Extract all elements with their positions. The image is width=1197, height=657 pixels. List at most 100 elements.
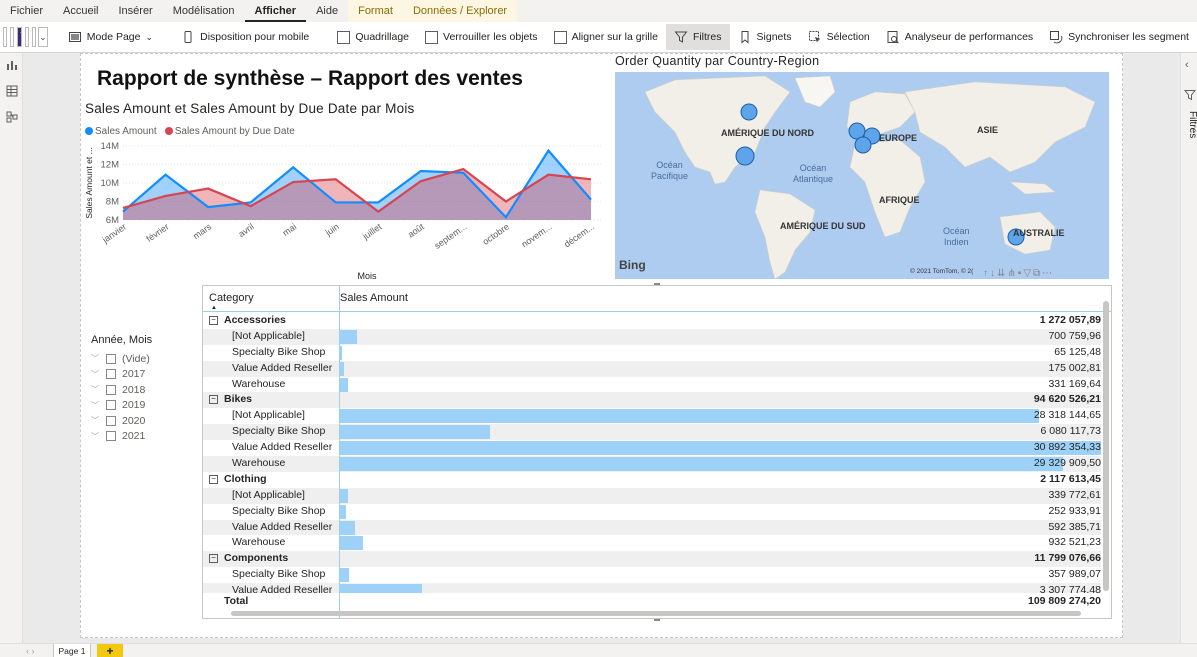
matrix-row[interactable]: Warehouse 932 521,23 [203, 535, 1101, 551]
slicer-item[interactable]: ﹀ 2017 [91, 367, 191, 383]
theme-gallery-more-button[interactable]: ⌄ [38, 27, 48, 47]
resize-handle-bottom[interactable] [654, 619, 660, 621]
vertical-scrollbar[interactable] [1102, 296, 1110, 602]
chevron-down-icon[interactable]: ﹀ [91, 384, 103, 395]
collapse-icon[interactable]: − [209, 554, 218, 564]
mobile-layout-button[interactable]: Disposition pour mobile [173, 24, 317, 50]
tab-accueil[interactable]: Accueil [53, 0, 108, 22]
matrix-row[interactable]: Value Added Reseller 30 892 354,33 [203, 440, 1101, 456]
snap-grid-checkbox[interactable]: Aligner sur la grille [546, 24, 666, 50]
legend-item-sales-amount-due[interactable]: Sales Amount by Due Date [164, 126, 295, 137]
gridlines-checkbox[interactable]: Quadrillage [329, 24, 417, 50]
scrollbar-thumb[interactable] [1103, 301, 1109, 591]
column-header-category[interactable]: Category [209, 292, 254, 304]
checkbox-icon[interactable] [106, 415, 116, 426]
matrix-group-row[interactable]: − Clothing 2 117 613,45 [203, 472, 1101, 488]
collapse-icon[interactable]: − [209, 316, 218, 325]
scrollbar-thumb[interactable] [231, 611, 1081, 616]
slicer-item[interactable]: ﹀ 2018 [91, 382, 191, 398]
slicer-item[interactable]: ﹀ 2019 [91, 398, 191, 414]
lock-objects-checkbox[interactable]: Verrouiller les objets [417, 24, 546, 50]
sync-slicers-button[interactable]: Synchroniser les segment [1041, 24, 1197, 50]
chevron-down-icon[interactable]: ﹀ [91, 369, 103, 380]
matrix-group-row[interactable]: − Bikes 94 620 526,21 [203, 392, 1101, 409]
collapse-icon[interactable]: − [209, 474, 218, 484]
chevron-down-icon[interactable]: ﹀ [91, 400, 103, 411]
checkbox-icon[interactable] [106, 353, 116, 364]
matrix-row[interactable]: Specialty Bike Shop 65 125,48 [203, 345, 1101, 361]
selection-pane-button[interactable]: Sélection [800, 24, 878, 50]
chevron-down-icon[interactable]: ﹀ [91, 431, 103, 442]
checkbox-icon[interactable] [106, 431, 116, 442]
matrix-row[interactable]: Specialty Bike Shop 357 989,07 [203, 567, 1101, 583]
filter-visual-icon[interactable]: ▽ [1023, 268, 1031, 279]
slicer-item[interactable]: ﹀ 2021 [91, 429, 191, 445]
matrix-row[interactable]: Warehouse 29 329 909,50 [203, 456, 1101, 472]
line-chart[interactable]: 14M12M10M8M6MSales Amount et ...janvier f… [81, 140, 606, 285]
tab-modelisation[interactable]: Modélisation [163, 0, 245, 22]
tab-fichier[interactable]: Fichier [0, 0, 53, 22]
page-view-button[interactable]: Mode Page ⌄ [60, 24, 161, 50]
matrix-group-row[interactable]: − Accessories 1 272 057,89 [203, 313, 1101, 329]
theme-swatch-5[interactable]: Aa [31, 27, 37, 47]
data-view-button[interactable] [0, 79, 23, 105]
model-view-button[interactable] [0, 105, 23, 131]
tab-aide[interactable]: Aide [306, 0, 348, 22]
map-bubble-france [854, 136, 872, 154]
checkbox-icon[interactable] [106, 384, 116, 395]
focus-mode-icon[interactable]: ⧉ [1033, 268, 1040, 279]
more-options-icon[interactable]: ⋯ [1042, 268, 1052, 279]
matrix-row[interactable]: Warehouse 331 169,64 [203, 377, 1101, 393]
bookmarks-pane-button[interactable]: Signets [730, 24, 800, 50]
checkbox-icon[interactable] [106, 400, 116, 411]
legend-item-sales-amount[interactable]: Sales Amount [85, 126, 157, 137]
sales-matrix[interactable]: Category ▲ Sales Amount − Accessories 1 27… [202, 285, 1112, 619]
page-tab-1[interactable]: Page 1 [53, 644, 91, 657]
horizontal-scrollbar[interactable] [221, 610, 1091, 617]
theme-swatch-1[interactable]: Aa [3, 27, 8, 47]
matrix-row[interactable]: [Not Applicable] 28 318 144,65 [203, 408, 1101, 424]
map-bubble-usa [735, 146, 755, 166]
landmass-greenland [794, 75, 836, 108]
add-page-button[interactable]: + [97, 644, 123, 657]
matrix-group-row[interactable]: − Components 11 799 076,66 [203, 551, 1101, 568]
drill-down-icon[interactable]: ↓ [990, 268, 995, 279]
pin-icon[interactable]: ▪ [1018, 268, 1022, 279]
matrix-total-row: Total 109 809 274,20 [203, 593, 1101, 609]
matrix-row[interactable]: Specialty Bike Shop 252 933,91 [203, 504, 1101, 520]
year-month-slicer: Année, Mois ﹀ (Vide) ﹀ 2017 ﹀ 2018 ﹀ 2019 ﹀ 2… [91, 334, 191, 444]
chevron-down-icon[interactable]: ﹀ [91, 353, 103, 364]
filters-pane-button[interactable]: Filtres [665, 24, 730, 50]
matrix-row[interactable]: Value Added Reseller 3 307 774,48 [203, 583, 1101, 593]
drill-mode-icon[interactable]: ⋔ [1007, 268, 1015, 279]
matrix-row[interactable]: Value Added Reseller 592 385,71 [203, 519, 1101, 536]
page-nav-arrows-icon[interactable]: ‹ › [26, 646, 35, 656]
matrix-row[interactable]: [Not Applicable] 700 759,96 [203, 328, 1101, 345]
drill-up-icon[interactable]: ↑ [983, 268, 988, 279]
report-view-button[interactable] [0, 53, 23, 79]
theme-swatch-4[interactable]: Aa [24, 27, 29, 47]
chevron-left-icon[interactable]: ‹ [1185, 59, 1189, 71]
filters-pane-collapsed[interactable]: ‹ Filtres [1180, 53, 1197, 643]
matrix-row[interactable]: Specialty Bike Shop 6 080 117,73 [203, 424, 1101, 441]
theme-swatch-3[interactable]: Aa [17, 27, 22, 47]
filters-pane-label: Filtres [1187, 111, 1197, 139]
column-header-sales-amount[interactable]: Sales Amount [340, 292, 408, 304]
slicer-item[interactable]: ﹀ (Vide) [91, 351, 191, 367]
matrix-row[interactable]: [Not Applicable] 339 772,61 [203, 487, 1101, 504]
theme-swatch-2[interactable]: Aa [10, 27, 15, 47]
tab-inserer[interactable]: Insérer [108, 0, 162, 22]
performance-analyzer-button[interactable]: Analyseur de performances [878, 24, 1041, 50]
map-visual[interactable]: AMÉRIQUE DU NORD EUROPE ASIE AFRIQUE AMÉ… [615, 72, 1109, 279]
tab-format[interactable]: Format [348, 0, 403, 22]
checkbox-icon[interactable] [106, 369, 116, 380]
resize-handle-top[interactable] [654, 283, 660, 285]
matrix-row[interactable]: Value Added Reseller 175 002,81 [203, 360, 1101, 377]
tab-donnees-explorer[interactable]: Données / Explorer [402, 0, 518, 22]
chevron-down-icon[interactable]: ﹀ [91, 415, 103, 426]
row-value: 357 989,07 [1048, 568, 1101, 581]
tab-afficher[interactable]: Afficher [244, 0, 307, 22]
expand-next-level-icon[interactable]: ⇊ [997, 268, 1005, 279]
collapse-icon[interactable]: − [209, 395, 218, 405]
slicer-item[interactable]: ﹀ 2020 [91, 413, 191, 429]
